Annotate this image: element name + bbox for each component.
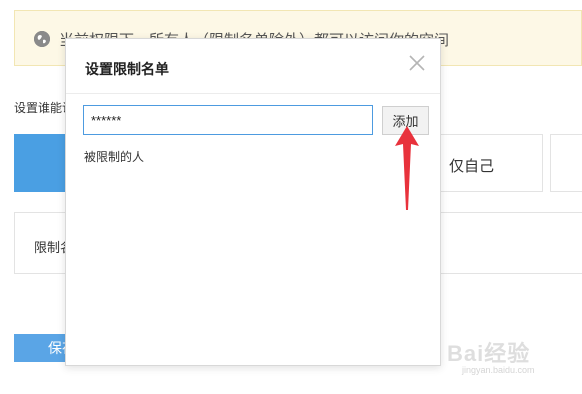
restricted-user-input[interactable]: [83, 105, 373, 135]
restriction-list-dialog: 设置限制名单 添加 被限制的人: [65, 38, 441, 366]
close-icon[interactable]: [408, 54, 426, 72]
globe-icon: [34, 31, 50, 47]
access-option-only-me[interactable]: 仅自己: [428, 134, 543, 192]
watermark-brand: Bai经验: [447, 341, 531, 366]
restricted-users-label: 被限制的人: [84, 150, 145, 164]
dialog-title: 设置限制名单: [85, 61, 169, 77]
access-option-other[interactable]: [550, 134, 582, 192]
watermark-url: jingyan.baidu.com: [462, 365, 535, 375]
red-arrow-annotation: [395, 126, 419, 210]
access-option-selected[interactable]: [14, 134, 66, 192]
baidu-jingyan-watermark: Bai经验 jingyan.baidu.com: [447, 336, 535, 375]
dialog-header: 设置限制名单: [66, 39, 440, 94]
only-me-label: 仅自己: [449, 158, 495, 175]
